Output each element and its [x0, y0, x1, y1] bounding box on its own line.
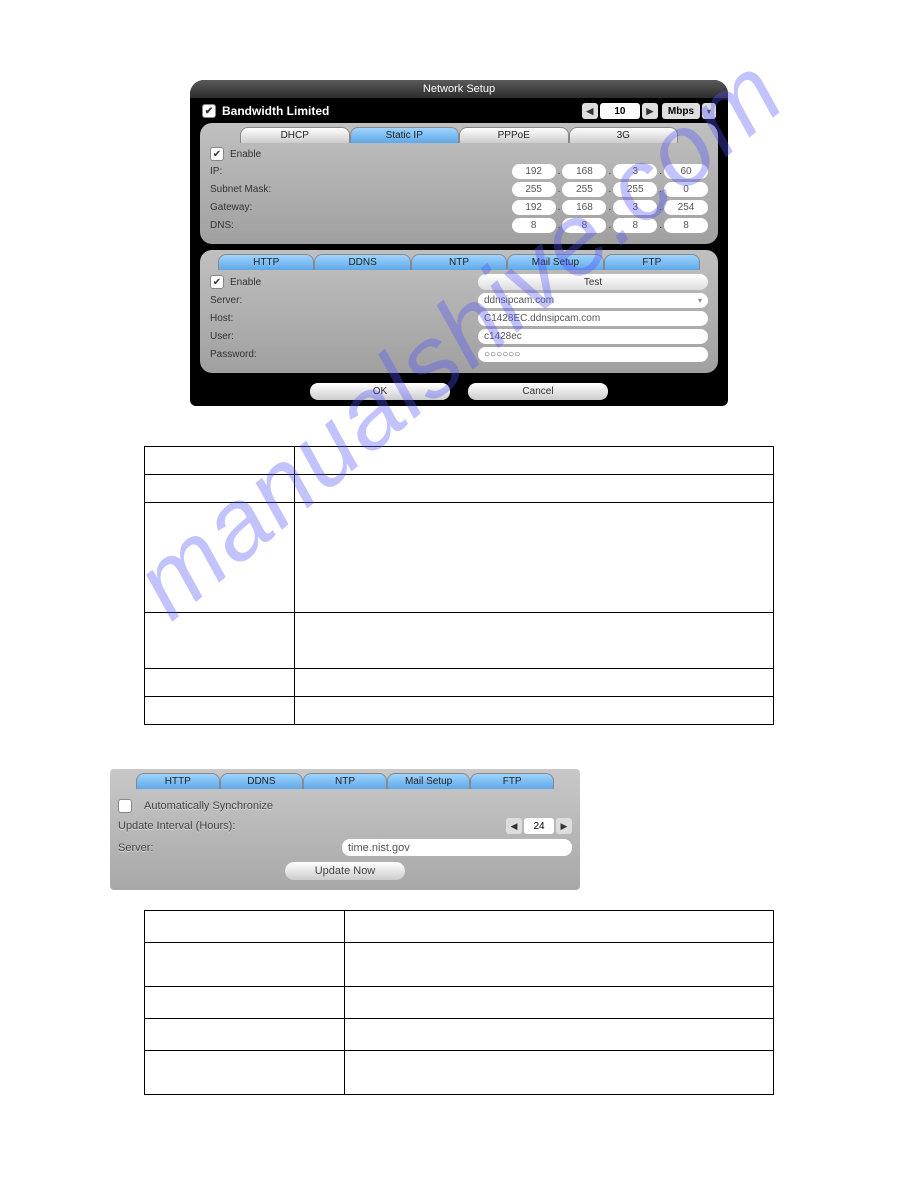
ip-label: IP:	[210, 166, 310, 177]
bandwidth-label: Bandwidth Limited	[222, 104, 329, 118]
autosync-checkbox[interactable]	[118, 799, 132, 813]
interval-stepper[interactable]: ◀ 24 ▶	[506, 818, 572, 834]
ip-seg[interactable]: 8	[562, 218, 606, 233]
autosync-label: Automatically Synchronize	[144, 800, 273, 812]
tab-ftp[interactable]: FTP	[604, 254, 700, 270]
ntp-description-table	[144, 910, 774, 1095]
interval-label: Update Interval (Hours):	[118, 820, 235, 832]
connection-tabs: DHCP Static IP PPPoE 3G	[210, 127, 708, 143]
ip-seg[interactable]: 60	[664, 164, 708, 179]
ip-seg[interactable]: 8	[512, 218, 556, 233]
ip-seg[interactable]: 0	[664, 182, 708, 197]
server-value: ddnsipcam.com	[484, 295, 554, 306]
tab-dhcp[interactable]: DHCP	[240, 127, 350, 143]
enable-label: Enable	[230, 149, 261, 160]
ip-seg[interactable]: 8	[664, 218, 708, 233]
table-cell	[295, 447, 774, 475]
connection-box: DHCP Static IP PPPoE 3G Enable IP: 192. …	[200, 123, 718, 244]
window-title: Network Setup	[190, 80, 728, 98]
mask-input[interactable]: 255. 255. 255. 0	[512, 182, 708, 197]
tab-ddns[interactable]: DDNS	[314, 254, 410, 270]
bandwidth-stepper[interactable]: ◀ 10 ▶	[582, 103, 658, 119]
ip-seg[interactable]: 8	[613, 218, 657, 233]
update-now-button[interactable]: Update Now	[285, 862, 405, 880]
table-cell	[145, 447, 295, 475]
gateway-input[interactable]: 192. 168. 3. 254	[512, 200, 708, 215]
bandwidth-value: 10	[600, 103, 640, 119]
ntp-server-label: Server:	[118, 842, 153, 854]
server-label: Server:	[210, 295, 310, 306]
service-box: HTTP DDNS NTP Mail Setup FTP Enable Test…	[200, 250, 718, 373]
bandwidth-unit[interactable]: Mbps	[662, 103, 700, 119]
tab-mailsetup[interactable]: Mail Setup	[387, 773, 471, 789]
ip-seg[interactable]: 254	[664, 200, 708, 215]
password-label: Password:	[210, 349, 310, 360]
step-down-icon[interactable]: ◀	[506, 818, 522, 834]
test-button[interactable]: Test	[478, 274, 708, 290]
tab-ddns[interactable]: DDNS	[220, 773, 304, 789]
dns-input[interactable]: 8. 8. 8. 8	[512, 218, 708, 233]
ip-seg[interactable]: 192	[512, 200, 556, 215]
host-input[interactable]: C1428EC.ddnsipcam.com	[478, 311, 708, 326]
ddns-description-table	[144, 446, 774, 725]
ip-seg[interactable]: 3	[613, 164, 657, 179]
ip-seg[interactable]: 255	[562, 182, 606, 197]
server-select[interactable]: ddnsipcam.com ▾	[478, 293, 708, 308]
cancel-button[interactable]: Cancel	[468, 383, 608, 400]
tab-staticip[interactable]: Static IP	[350, 127, 460, 143]
ip-seg[interactable]: 255	[512, 182, 556, 197]
service-tabs: HTTP DDNS NTP Mail Setup FTP	[210, 254, 708, 270]
ip-seg[interactable]: 168	[562, 200, 606, 215]
step-up-icon[interactable]: ▶	[642, 103, 658, 119]
tab-http[interactable]: HTTP	[136, 773, 220, 789]
tab-http[interactable]: HTTP	[218, 254, 314, 270]
step-up-icon[interactable]: ▶	[556, 818, 572, 834]
ntp-tabs: HTTP DDNS NTP Mail Setup FTP	[118, 773, 572, 789]
tab-3g[interactable]: 3G	[569, 127, 679, 143]
ntp-server-input[interactable]: time.nist.gov	[342, 839, 572, 856]
table-cell	[345, 911, 774, 943]
tab-pppoe[interactable]: PPPoE	[459, 127, 569, 143]
enable-checkbox[interactable]	[210, 147, 224, 161]
chevron-down-icon: ▾	[698, 296, 702, 305]
dns-label: DNS:	[210, 220, 310, 231]
tab-ntp[interactable]: NTP	[303, 773, 387, 789]
user-label: User:	[210, 331, 310, 342]
interval-value: 24	[524, 818, 554, 834]
user-input[interactable]: c1428ec	[478, 329, 708, 344]
host-label: Host:	[210, 313, 310, 324]
step-down-icon[interactable]: ◀	[582, 103, 598, 119]
ip-seg[interactable]: 192	[512, 164, 556, 179]
tab-ntp[interactable]: NTP	[411, 254, 507, 270]
gateway-label: Gateway:	[210, 202, 310, 213]
unit-dropdown-icon[interactable]: ▾	[702, 103, 716, 119]
password-input[interactable]: ○○○○○○	[478, 347, 708, 362]
bandwidth-checkbox[interactable]	[202, 104, 216, 118]
tab-mailsetup[interactable]: Mail Setup	[507, 254, 603, 270]
ok-button[interactable]: OK	[310, 383, 450, 400]
ip-input[interactable]: 192. 168. 3. 60	[512, 164, 708, 179]
ddns-enable-checkbox[interactable]	[210, 275, 224, 289]
ip-seg[interactable]: 168	[562, 164, 606, 179]
network-setup-window: Network Setup Bandwidth Limited ◀ 10 ▶ M…	[190, 80, 728, 406]
ntp-panel: HTTP DDNS NTP Mail Setup FTP Automatical…	[110, 769, 580, 890]
ddns-enable-label: Enable	[230, 277, 261, 288]
tab-ftp[interactable]: FTP	[470, 773, 554, 789]
table-cell	[145, 911, 345, 943]
ip-seg[interactable]: 255	[613, 182, 657, 197]
mask-label: Subnet Mask:	[210, 184, 310, 195]
ip-seg[interactable]: 3	[613, 200, 657, 215]
